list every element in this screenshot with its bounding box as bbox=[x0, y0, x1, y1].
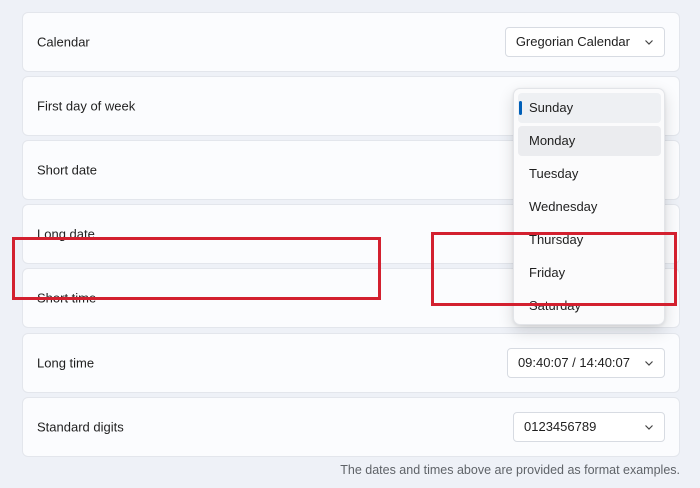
dropdown-option-wednesday[interactable]: Wednesday bbox=[518, 192, 661, 222]
dropdown-option-tuesday[interactable]: Tuesday bbox=[518, 159, 661, 189]
setting-row-standard-digits: Standard digits 0123456789 bbox=[22, 397, 680, 457]
format-examples-note: The dates and times above are provided a… bbox=[340, 463, 680, 477]
first-day-of-week-label: First day of week bbox=[37, 98, 136, 114]
long-time-select[interactable]: 09:40:07 / 14:40:07 bbox=[506, 348, 665, 378]
calendar-label: Calendar bbox=[37, 34, 90, 50]
dropdown-option-monday[interactable]: Monday bbox=[518, 126, 661, 156]
standard-digits-select[interactable]: 0123456789 bbox=[513, 412, 665, 442]
highlight-box-right bbox=[431, 232, 677, 306]
calendar-select-value: Gregorian Calendar bbox=[515, 34, 630, 49]
setting-row-long-time: Long time 09:40:07 / 14:40:07 bbox=[22, 333, 680, 393]
standard-digits-select-value: 0123456789 bbox=[524, 419, 597, 434]
dropdown-option-sunday[interactable]: Sunday bbox=[518, 93, 661, 123]
highlight-box-left bbox=[12, 237, 381, 300]
setting-row-calendar: Calendar Gregorian Calendar bbox=[22, 12, 680, 72]
chevron-down-icon bbox=[645, 40, 653, 45]
chevron-down-icon bbox=[645, 425, 653, 430]
short-date-label: Short date bbox=[37, 162, 97, 178]
selection-indicator bbox=[519, 101, 522, 115]
long-time-select-value: 09:40:07 / 14:40:07 bbox=[517, 355, 630, 370]
chevron-down-icon bbox=[645, 361, 653, 366]
long-time-label: Long time bbox=[37, 355, 95, 371]
standard-digits-label: Standard digits bbox=[37, 419, 124, 435]
calendar-select[interactable]: Gregorian Calendar bbox=[504, 27, 665, 57]
